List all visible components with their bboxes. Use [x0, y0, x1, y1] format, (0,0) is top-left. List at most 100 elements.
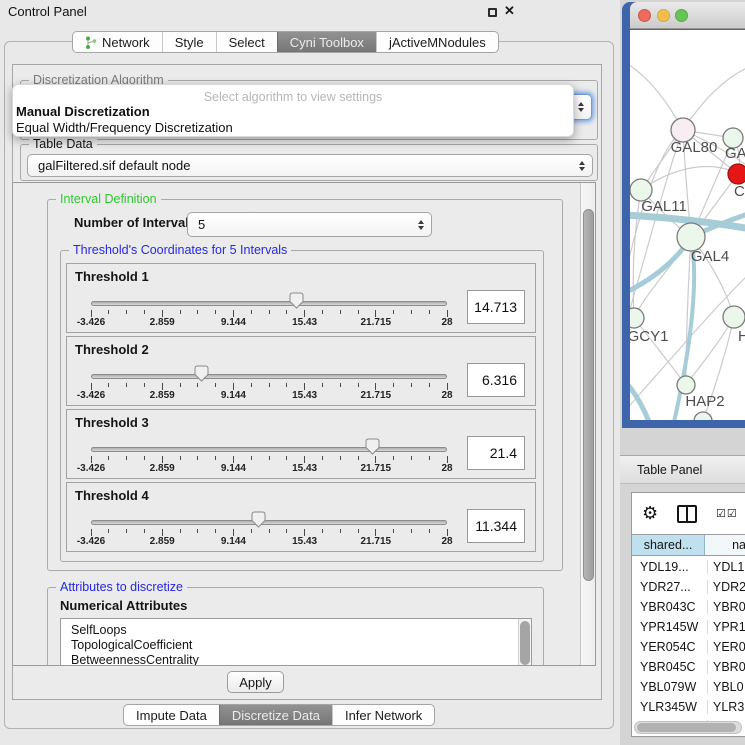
tick-label: 2.859	[140, 463, 184, 474]
toolbox-tab-bar: NetworkStyleSelect Cyni Toolbox jActiveMNo…	[72, 31, 499, 53]
network-edge	[630, 130, 683, 330]
tab-impute-data[interactable]: Impute Data	[124, 705, 219, 725]
tick-mark	[304, 529, 305, 536]
tick-mark	[144, 529, 145, 533]
traffic-light-zoom-icon[interactable]	[675, 9, 688, 22]
table-row[interactable]: YBR045CYBR0	[632, 657, 745, 677]
threshold-value-field[interactable]: 11.344	[467, 509, 525, 543]
threshold-value-field[interactable]: 21.4	[467, 436, 525, 470]
table-cell-name: YBL0	[708, 680, 744, 694]
table-row[interactable]: YBL079WYBL0	[632, 677, 745, 697]
list-item[interactable]: SelfLoops	[61, 623, 531, 638]
tab-select[interactable]: Select	[216, 32, 277, 52]
tab-network[interactable]: Network	[73, 32, 162, 52]
network-node-hap2[interactable]	[677, 376, 695, 394]
slider-thumb[interactable]	[365, 438, 380, 455]
tick-label: 9.144	[211, 390, 255, 401]
column-checkboxes-icon[interactable]: ☑☑	[716, 507, 738, 520]
table-row[interactable]: YDL19...YDL1	[632, 557, 745, 577]
tick-mark	[340, 456, 341, 460]
network-node-gal4[interactable]	[677, 223, 705, 251]
popup-option-equal-width-frequency[interactable]: Equal Width/Frequency Discretization	[13, 120, 573, 136]
column-header-name[interactable]: na	[705, 535, 745, 555]
slider-track[interactable]	[91, 301, 447, 306]
slider-thumb[interactable]	[194, 365, 209, 382]
tab-discretize-data[interactable]: Discretize Data	[219, 705, 332, 725]
network-node[interactable]	[694, 412, 712, 420]
combo-stepper-icon	[578, 102, 584, 112]
traffic-light-close-icon[interactable]	[638, 9, 651, 22]
tick-mark	[108, 529, 109, 533]
tick-mark	[215, 456, 216, 460]
table-cell-name: YDR2	[708, 580, 745, 594]
tab-label: Impute Data	[136, 708, 207, 723]
table-row[interactable]: YBR043CYBR0	[632, 597, 745, 617]
tick-mark	[91, 310, 92, 317]
combo-stepper-icon	[579, 161, 585, 171]
gear-icon[interactable]: ⚙	[642, 504, 658, 522]
table-hscrollbar-thumb[interactable]	[637, 723, 736, 732]
list-item[interactable]: BetweennessCentrality	[61, 653, 531, 666]
traffic-light-minimize-icon[interactable]	[657, 9, 670, 22]
popup-option-manual-discretization[interactable]: Manual Discretization	[13, 104, 573, 120]
threshold-value-field[interactable]: 6.316	[467, 363, 525, 397]
threshold-coordinates-label: Threshold's Coordinates for 5 Intervals	[69, 243, 291, 257]
network-node-gcy1[interactable]	[630, 308, 644, 328]
network-node-h[interactable]	[723, 306, 745, 328]
tick-mark	[197, 383, 198, 387]
slider-track[interactable]	[91, 447, 447, 452]
tab-label: Cyni Toolbox	[290, 35, 364, 50]
table-hscrollbar[interactable]	[634, 721, 742, 734]
list-scrollbar[interactable]	[518, 619, 531, 666]
tick-mark	[322, 456, 323, 460]
list-scrollbar-thumb[interactable]	[520, 621, 530, 665]
table-cell-name: YBR0	[708, 660, 745, 674]
tick-label: 21.715	[354, 463, 398, 474]
table-row[interactable]: YPR145WYPR1	[632, 617, 745, 637]
slider-track[interactable]	[91, 374, 447, 379]
tick-mark	[162, 310, 163, 317]
settings-scrollbar-thumb[interactable]	[583, 209, 594, 581]
table-data-combobox[interactable]: galFiltered.sif default node	[27, 154, 593, 177]
slider-thumb[interactable]	[289, 292, 304, 309]
tick-mark	[340, 529, 341, 533]
table-cell-name: YER0	[708, 640, 745, 654]
number-of-intervals-combobox[interactable]: 5	[187, 212, 432, 237]
tab-cyni-toolbox[interactable]: Cyni Toolbox	[277, 32, 376, 52]
tick-mark	[126, 456, 127, 460]
threshold-value-field[interactable]: 14.713	[467, 290, 525, 324]
tick-mark	[358, 310, 359, 314]
split-columns-icon[interactable]	[677, 505, 697, 523]
tick-label: -3.426	[69, 390, 113, 401]
table-data-group: Table Data galFiltered.sif default node	[20, 144, 598, 181]
table-row[interactable]: YDR27...YDR2	[632, 577, 745, 597]
column-header-shared-name[interactable]: shared...	[632, 535, 705, 555]
table-row[interactable]: YLR345WYLR3	[632, 697, 745, 717]
table-cell-shared-name: YPR145W	[632, 620, 708, 634]
tab-infer-network[interactable]: Infer Network	[332, 705, 434, 725]
list-item[interactable]: TopologicalCoefficient	[61, 638, 531, 653]
cyni-mode-tab-bar: Impute Data Discretize DataInfer Network	[123, 704, 435, 726]
table-row[interactable]: YER054CYER0	[632, 637, 745, 657]
tab-jactivemnodules[interactable]: jActiveMNodules	[376, 32, 498, 52]
settings-scrollbar[interactable]	[580, 183, 595, 665]
table-cell-name: YLR3	[708, 700, 744, 714]
slider-thumb[interactable]	[251, 511, 266, 528]
float-window-icon[interactable]	[488, 8, 497, 17]
tick-mark	[411, 383, 412, 387]
network-node-c[interactable]	[728, 164, 745, 184]
tick-label: 28	[425, 390, 469, 401]
tick-mark	[269, 529, 270, 533]
network-window-titlebar[interactable]	[630, 2, 745, 29]
tick-mark	[180, 456, 181, 460]
table-panel-titlebar: Table Panel	[620, 455, 745, 484]
tab-style[interactable]: Style	[162, 32, 216, 52]
slider-track[interactable]	[91, 520, 447, 525]
apply-button[interactable]: Apply	[227, 671, 284, 693]
network-canvas[interactable]: GAL80GACGAL11GAL4GCY1HHAP2	[630, 30, 745, 420]
threshold-label: Threshold 1	[75, 269, 149, 284]
tick-mark	[251, 456, 252, 460]
close-icon[interactable]: ✕	[504, 3, 515, 19]
tick-label: 2.859	[140, 317, 184, 328]
control-panel: Control Panel ✕ NetworkStyleSelectCyni T…	[0, 0, 620, 745]
